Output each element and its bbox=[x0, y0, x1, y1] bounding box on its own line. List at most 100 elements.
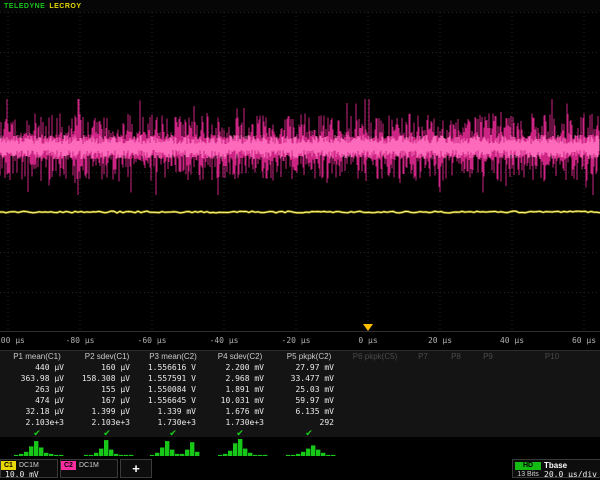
measure-value bbox=[440, 417, 472, 428]
measure-value bbox=[406, 384, 440, 395]
measure-value: 1.550084 V bbox=[140, 384, 206, 395]
measure-value bbox=[344, 362, 406, 373]
measure-param-header-P2[interactable]: P2 sdev(C1) bbox=[74, 351, 140, 362]
tbase-bits: 13 Bits bbox=[515, 471, 541, 478]
measure-value bbox=[406, 362, 440, 373]
tbase-scale: 20.0 µs/div bbox=[544, 470, 600, 478]
measure-value: 1.676 mV bbox=[206, 406, 274, 417]
time-label: -60 µs bbox=[138, 336, 167, 345]
measure-value bbox=[472, 362, 504, 373]
time-label: 0 µs bbox=[358, 336, 377, 345]
measurement-histicon bbox=[14, 438, 64, 456]
measure-param-header-P1[interactable]: P1 mean(C1) bbox=[0, 351, 74, 362]
menu-bar: TELEDYNE LECROY bbox=[0, 0, 600, 12]
measure-value: 59.97 mV bbox=[274, 395, 344, 406]
measurement-histicon bbox=[150, 438, 200, 456]
channel-descriptor-c1[interactable]: C1 DC1M 10.0 mV bbox=[0, 459, 58, 478]
measure-value: 10.031 mV bbox=[206, 395, 274, 406]
bottom-bar: C1 DC1M 10.0 mV C2 DC1M + HD Tbase 13 Bi… bbox=[0, 458, 600, 480]
brand-teledyne: TELEDYNE bbox=[4, 3, 45, 10]
measure-value: 6.135 mV bbox=[274, 406, 344, 417]
measure-value: 440 µV bbox=[0, 362, 74, 373]
time-label: 20 µs bbox=[428, 336, 452, 345]
measure-value: 1.339 mV bbox=[140, 406, 206, 417]
measure-value-row: 474 µV167 µV1.556645 V10.031 mV59.97 mV bbox=[0, 395, 600, 406]
c1-chip: C1 bbox=[1, 461, 16, 470]
timebase-descriptor[interactable]: HD Tbase 13 Bits 20.0 µs/div bbox=[512, 459, 600, 478]
measure-value bbox=[504, 417, 600, 428]
measure-value: 1.556616 V bbox=[140, 362, 206, 373]
c2-offset-value bbox=[61, 470, 117, 478]
measure-value: 263 µV bbox=[0, 384, 74, 395]
measure-value bbox=[504, 362, 600, 373]
measure-value: 474 µV bbox=[0, 395, 74, 406]
measure-value: 1.730e+3 bbox=[206, 417, 274, 428]
measure-param-header-P3[interactable]: P3 mean(C2) bbox=[140, 351, 206, 362]
measure-value: 1.730e+3 bbox=[140, 417, 206, 428]
measure-value bbox=[504, 384, 600, 395]
measure-value: 27.97 mV bbox=[274, 362, 344, 373]
measure-value: 1.891 mV bbox=[206, 384, 274, 395]
measure-value bbox=[472, 417, 504, 428]
measure-value: 33.477 mV bbox=[274, 373, 344, 384]
measure-param-header-P7[interactable]: P7 bbox=[406, 351, 440, 362]
time-label: 40 µs bbox=[500, 336, 524, 345]
measure-value: 292 bbox=[274, 417, 344, 428]
measurement-histicon bbox=[286, 438, 336, 456]
channel-descriptor-c2[interactable]: C2 DC1M bbox=[60, 459, 118, 478]
measure-value bbox=[504, 395, 600, 406]
measure-value: 1.557591 V bbox=[140, 373, 206, 384]
measure-param-header-P5[interactable]: P5 pkpk(C2) bbox=[274, 351, 344, 362]
tbase-label: Tbase bbox=[544, 461, 600, 470]
measure-param-header-P8[interactable]: P8 bbox=[440, 351, 472, 362]
measure-value-row: 32.18 µV1.399 µV1.339 mV1.676 mV6.135 mV bbox=[0, 406, 600, 417]
measure-value bbox=[440, 373, 472, 384]
trigger-marker[interactable] bbox=[363, 324, 373, 331]
measure-value: 1.556645 V bbox=[140, 395, 206, 406]
measure-value: 363.98 µV bbox=[0, 373, 74, 384]
measure-param-header-P9[interactable]: P9 bbox=[472, 351, 504, 362]
add-trace-button[interactable]: + bbox=[120, 459, 152, 478]
measure-value: 160 µV bbox=[74, 362, 140, 373]
oscilloscope-screen: TELEDYNE LECROY -100 µs-80 µs-60 µs-40 µ… bbox=[0, 0, 600, 480]
measure-value bbox=[344, 406, 406, 417]
measure-value bbox=[344, 373, 406, 384]
c1-offset-value: 10.0 mV bbox=[1, 470, 57, 478]
measure-param-header-P6[interactable]: P6 pkpk(C5) bbox=[344, 351, 406, 362]
measure-value: 2.968 mV bbox=[206, 373, 274, 384]
time-label: -100 µs bbox=[0, 336, 25, 345]
histicon-row bbox=[0, 437, 600, 457]
measure-value bbox=[406, 395, 440, 406]
c2-coupling: DC1M bbox=[79, 462, 99, 469]
measure-value: 2.103e+3 bbox=[0, 417, 74, 428]
measure-value-row: 263 µV155 µV1.550084 V1.891 mV25.03 mV bbox=[0, 384, 600, 395]
measure-value bbox=[406, 417, 440, 428]
measure-value: 2.200 mV bbox=[206, 362, 274, 373]
measurement-histicon bbox=[218, 438, 268, 456]
plus-icon: + bbox=[132, 461, 140, 476]
measure-value: 167 µV bbox=[74, 395, 140, 406]
time-label: 60 µs bbox=[572, 336, 596, 345]
waveform-display[interactable] bbox=[0, 12, 600, 332]
measure-value bbox=[344, 395, 406, 406]
measure-value bbox=[472, 395, 504, 406]
measure-value bbox=[440, 384, 472, 395]
measure-value bbox=[504, 373, 600, 384]
measure-value: 155 µV bbox=[74, 384, 140, 395]
measure-value bbox=[344, 384, 406, 395]
c1-coupling: DC1M bbox=[19, 462, 39, 469]
hd-badge: HD bbox=[515, 462, 541, 470]
time-label: -20 µs bbox=[282, 336, 311, 345]
measure-value-row: 440 µV160 µV1.556616 V2.200 mV27.97 mV bbox=[0, 362, 600, 373]
measure-header-row: P1 mean(C1)P2 sdev(C1)P3 mean(C2)P4 sdev… bbox=[0, 351, 600, 362]
measure-value: 1.399 µV bbox=[74, 406, 140, 417]
measure-value: 32.18 µV bbox=[0, 406, 74, 417]
measure-value bbox=[440, 395, 472, 406]
measure-value: 25.03 mV bbox=[274, 384, 344, 395]
measure-value bbox=[440, 406, 472, 417]
measure-param-header-P4[interactable]: P4 sdev(C2) bbox=[206, 351, 274, 362]
measure-value-row: 363.98 µV158.308 µV1.557591 V2.968 mV33.… bbox=[0, 373, 600, 384]
measure-param-header-P10[interactable]: P10 bbox=[504, 351, 600, 362]
measure-table: P1 mean(C1)P2 sdev(C1)P3 mean(C2)P4 sdev… bbox=[0, 350, 600, 439]
c2-chip: C2 bbox=[61, 461, 76, 470]
